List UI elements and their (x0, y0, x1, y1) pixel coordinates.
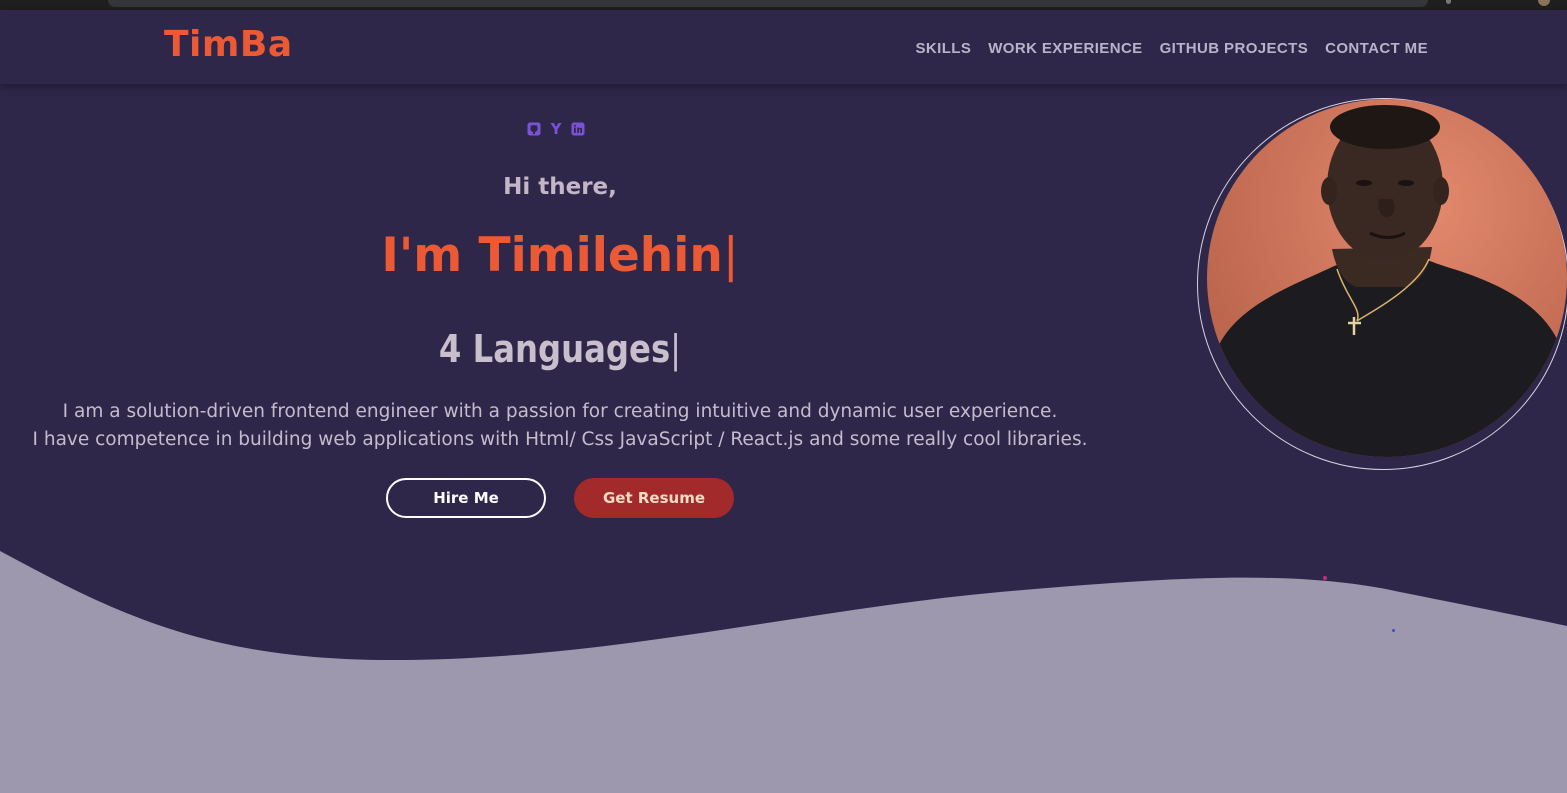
hero-name: I'm Timilehin| (0, 228, 1120, 283)
browser-menu-icon[interactable] (1446, 0, 1451, 4)
navbar: TimBa SKILLS WORK EXPERIENCE GITHUB PROJ… (0, 10, 1567, 84)
hero-intro: I am a solution-driven frontend engineer… (0, 398, 1120, 454)
nav-link-github-projects[interactable]: GITHUB PROJECTS (1160, 40, 1309, 57)
browser-profile-icon[interactable] (1538, 0, 1550, 6)
wave-divider (0, 551, 1567, 793)
social-links: Y (527, 120, 585, 138)
browser-address-bar[interactable] (108, 0, 1428, 7)
brand-logo[interactable]: TimBa (164, 24, 293, 65)
typed-cursor: | (670, 327, 682, 371)
hire-me-button[interactable]: Hire Me (386, 478, 546, 518)
typing-cursor: | (722, 228, 739, 283)
ycombinator-icon[interactable]: Y (549, 120, 563, 138)
get-resume-button[interactable]: Get Resume (574, 478, 734, 518)
hero-typed-text: 4 Languages| (84, 327, 1036, 371)
github-icon[interactable] (527, 122, 541, 136)
intro-line-2: I have competence in building web applic… (32, 429, 1088, 450)
decorative-dot (1392, 629, 1395, 632)
nav-link-skills[interactable]: SKILLS (915, 40, 971, 57)
hero-name-text: I'm Timilehin (381, 228, 723, 283)
profile-photo (1207, 99, 1567, 457)
hero-greeting: Hi there, (503, 174, 617, 200)
intro-line-1: I am a solution-driven frontend engineer… (62, 401, 1058, 422)
nav-links: SKILLS WORK EXPERIENCE GITHUB PROJECTS C… (915, 40, 1428, 57)
linkedin-icon[interactable] (571, 122, 585, 136)
nav-link-contact-me[interactable]: CONTACT ME (1325, 40, 1428, 57)
typed-text-value: 4 Languages (438, 327, 671, 371)
browser-chrome-strip (0, 0, 1567, 10)
decorative-dot (1323, 576, 1327, 580)
nav-link-work-experience[interactable]: WORK EXPERIENCE (988, 40, 1142, 57)
